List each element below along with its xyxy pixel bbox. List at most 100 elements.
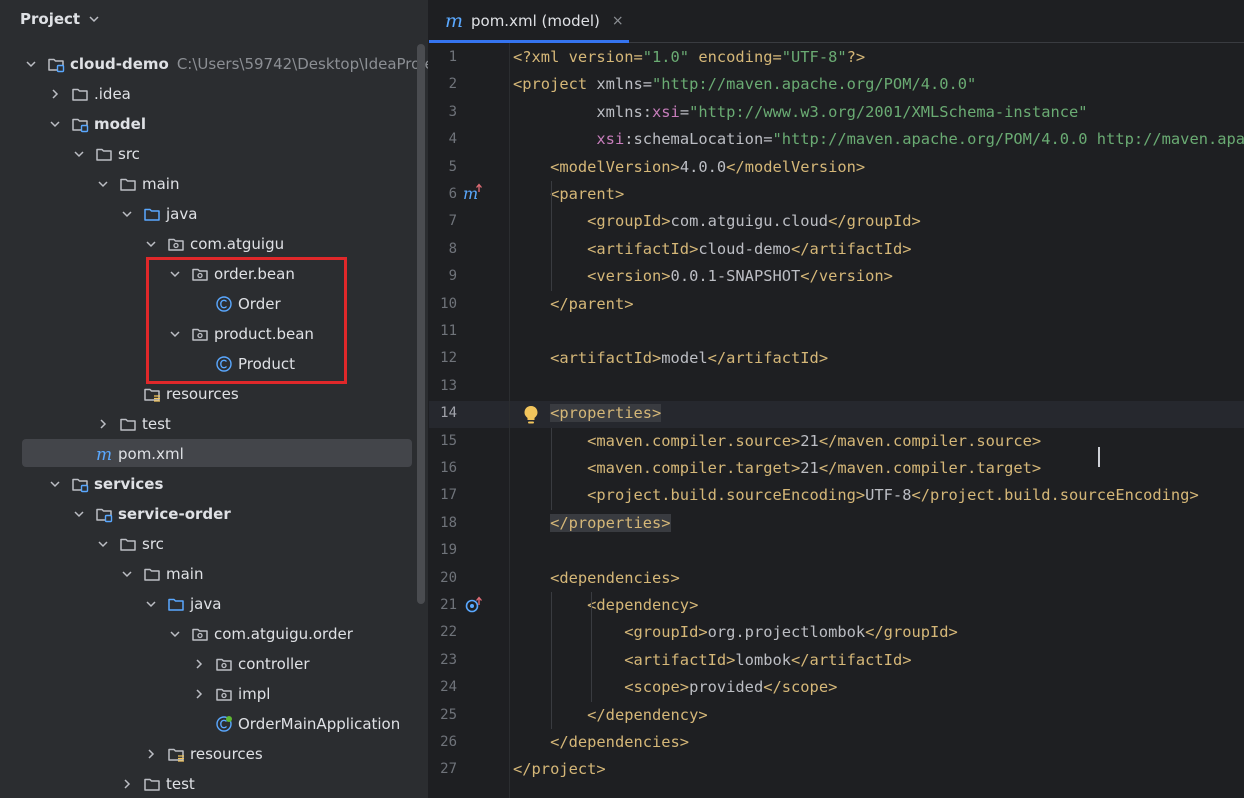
tree-scrollbar[interactable] [417, 44, 425, 604]
chevron-down-icon[interactable] [145, 598, 157, 610]
lightbulb-icon[interactable] [521, 404, 541, 426]
code-line[interactable]: <parent> [513, 181, 624, 208]
code-line[interactable]: <dependencies> [513, 565, 680, 592]
package-icon [215, 655, 233, 673]
code-line[interactable]: <project.build.sourceEncoding>UTF-8</pro… [513, 482, 1199, 509]
chevron-right-icon[interactable] [193, 658, 205, 670]
tree-item[interactable]: com.atguigu [0, 229, 428, 259]
code-line[interactable]: </project> [513, 756, 606, 783]
project-panel-header[interactable]: Project [20, 8, 100, 30]
chevron-right-icon[interactable] [97, 418, 109, 430]
code-line[interactable]: <maven.compiler.target>21</maven.compile… [513, 455, 1041, 482]
tree-item[interactable]: order.bean [0, 259, 428, 289]
tree-item[interactable]: .idea [0, 79, 428, 109]
tree-item[interactable]: main [0, 559, 428, 589]
tree-item[interactable]: src [0, 529, 428, 559]
chevron-down-icon[interactable] [145, 238, 157, 250]
code-line[interactable]: <maven.compiler.source>21</maven.compile… [513, 428, 1041, 455]
project-tool-window: Project cloud-demo C:\Users\59742\Desktop… [0, 0, 428, 798]
tree-item-label: cloud-demo [70, 55, 169, 73]
chevron-down-icon[interactable] [73, 148, 85, 160]
line-number: 16 [440, 460, 457, 476]
tree-item[interactable]: test [0, 409, 428, 439]
project-panel-title: Project [20, 10, 81, 28]
tree-item-label: test [166, 775, 195, 793]
code-token: <properties> [550, 404, 662, 423]
code-line[interactable]: <scope>provided</scope> [513, 674, 837, 701]
tree-item-label: service-order [118, 505, 231, 523]
code-line[interactable]: </properties> [513, 510, 671, 537]
tree-item[interactable]: resources [0, 739, 428, 769]
chevron-down-icon[interactable] [88, 13, 100, 25]
folder-icon [95, 145, 113, 163]
code-line[interactable]: </dependency> [513, 702, 708, 729]
tree-item[interactable]: model [0, 109, 428, 139]
code-line[interactable]: <groupId>com.atguigu.cloud</groupId> [513, 208, 921, 235]
tree-item[interactable]: services [0, 469, 428, 499]
folder-icon [71, 85, 89, 103]
code-line[interactable]: </parent> [513, 291, 633, 318]
tree-item[interactable]: test [0, 769, 428, 798]
code-line[interactable]: <project xmlns="http://maven.apache.org/… [513, 71, 976, 98]
tree-item[interactable]: Order [0, 289, 428, 319]
code-token: </dependency> [587, 705, 708, 724]
code-token: </groupId> [828, 212, 921, 231]
chevron-right-icon[interactable] [121, 778, 133, 790]
tree-item-selected[interactable]: m pom.xml [0, 439, 428, 469]
code-line[interactable]: <groupId>org.projectlombok</groupId> [513, 619, 958, 646]
close-icon[interactable]: × [612, 13, 624, 29]
chevron-down-icon[interactable] [49, 118, 61, 130]
chevron-down-icon[interactable] [121, 568, 133, 580]
chevron-down-icon[interactable] [121, 208, 133, 220]
chevron-down-icon[interactable] [25, 58, 37, 70]
code-token: </artifactId> [791, 239, 912, 258]
code-token: = [679, 102, 690, 121]
line-number: 11 [440, 323, 457, 339]
tree-item[interactable]: resources [0, 379, 428, 409]
code-token: <groupId> [624, 623, 708, 642]
chevron-down-icon[interactable] [169, 328, 181, 340]
editor-tab-pom[interactable]: m pom.xml (model) × [429, 0, 629, 43]
tree-item[interactable]: product.bean [0, 319, 428, 349]
tree-item-label: model [94, 115, 146, 133]
tree-item[interactable]: cloud-demo C:\Users\59742\Desktop\IdeaPro… [0, 49, 428, 79]
code-line[interactable]: <artifactId>lombok</artifactId> [513, 647, 911, 674]
tree-item[interactable]: com.atguigu.order [0, 619, 428, 649]
code-line[interactable]: <?xml version="1.0" encoding="UTF-8"?> [513, 44, 865, 71]
tree-item[interactable]: impl [0, 679, 428, 709]
tree-item[interactable]: OrderMainApplication [0, 709, 428, 739]
code-line[interactable]: xmlns:xsi="http://www.w3.org/2001/XMLSch… [513, 99, 1087, 126]
code-token: </project> [513, 760, 606, 779]
code-line[interactable]: xsi:schemaLocation="http://maven.apache.… [513, 126, 1244, 153]
code-line[interactable]: <version>0.0.1-SNAPSHOT</version> [513, 263, 893, 290]
chevron-right-icon[interactable] [49, 88, 61, 100]
chevron-down-icon[interactable] [97, 178, 109, 190]
code-line[interactable]: </dependencies> [513, 729, 689, 756]
folder-icon [119, 535, 137, 553]
code-line[interactable]: <artifactId>cloud-demo</artifactId> [513, 236, 911, 263]
code-line[interactable]: <artifactId>model</artifactId> [513, 345, 828, 372]
tree-item[interactable]: java [0, 199, 428, 229]
chevron-right-icon[interactable] [193, 688, 205, 700]
code-line[interactable]: <dependency> [513, 592, 698, 619]
code-line[interactable]: <modelVersion>4.0.0</modelVersion> [513, 154, 865, 181]
tree-item-label: java [190, 595, 222, 613]
chevron-down-icon[interactable] [169, 268, 181, 280]
code-token: model [661, 349, 708, 368]
tree-item[interactable]: controller [0, 649, 428, 679]
code-editor[interactable]: 1 <?xml version="1.0" encoding="UTF-8"?> 2… [429, 43, 1244, 798]
tree-item[interactable]: src [0, 139, 428, 169]
chevron-down-icon[interactable] [97, 538, 109, 550]
chevron-down-icon[interactable] [73, 508, 85, 520]
code-token: <artifactId> [587, 239, 699, 258]
tree-item[interactable]: main [0, 169, 428, 199]
chevron-right-icon[interactable] [145, 748, 157, 760]
tree-item[interactable]: Product [0, 349, 428, 379]
maven-file-icon: m [95, 445, 113, 463]
chevron-down-icon[interactable] [169, 628, 181, 640]
chevron-down-icon[interactable] [49, 478, 61, 490]
tree-item[interactable]: java [0, 589, 428, 619]
line-number: 8 [448, 240, 457, 257]
tree-item[interactable]: service-order [0, 499, 428, 529]
